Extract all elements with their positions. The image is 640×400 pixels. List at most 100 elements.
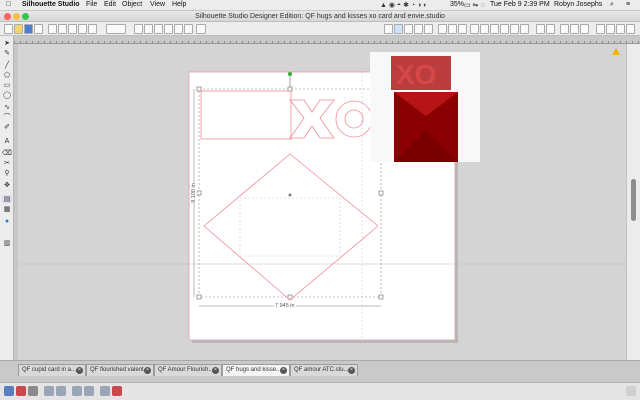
tab-amour-atc[interactable]: QF amour ATC.stu... ×	[290, 364, 358, 376]
library-panel-button[interactable]	[560, 24, 569, 34]
open-file-button[interactable]	[14, 24, 23, 34]
cut-settings-button[interactable]	[616, 24, 625, 34]
close-window-button[interactable]	[4, 13, 11, 20]
edit-points-icon[interactable]: ✎	[2, 49, 12, 57]
warning-icon[interactable]	[612, 48, 620, 55]
text-tool-icon[interactable]: A	[2, 137, 12, 145]
menu-edit[interactable]: Edit	[104, 1, 116, 8]
scrollbar-thumb[interactable]	[631, 179, 636, 221]
tab-flourished-valentine[interactable]: QF flourished valent... ×	[86, 364, 154, 376]
select-all-button[interactable]	[4, 386, 14, 396]
polygon-tool-icon[interactable]: ⬠	[2, 71, 12, 79]
tab-cupid-card[interactable]: QF cupid card in a... ×	[18, 364, 86, 376]
offset-button[interactable]	[520, 24, 529, 34]
search-icon[interactable]: ⌕	[610, 1, 614, 9]
view-options-button[interactable]	[196, 24, 206, 34]
transform-button[interactable]	[490, 24, 499, 34]
cut-button[interactable]	[48, 24, 57, 34]
status-icons: ▲ ◉ ◓ ✱ ◔ ◑ ◐	[380, 2, 428, 9]
preferences-button[interactable]	[626, 24, 635, 34]
store-panel-button[interactable]	[570, 24, 579, 34]
trace-button[interactable]	[536, 24, 545, 34]
tab-amour-flourish[interactable]: QF Amour Flourish... ×	[154, 364, 222, 376]
menu-view[interactable]: View	[150, 1, 165, 8]
save-button[interactable]	[24, 24, 33, 34]
pan-button[interactable]	[174, 24, 183, 34]
sketch-button[interactable]	[580, 24, 589, 34]
design-canvas[interactable]: XO 7.945 in 8.100 in	[18, 44, 626, 360]
vertical-scrollbar[interactable]	[626, 44, 640, 360]
zoom-in-button[interactable]	[144, 24, 153, 34]
tab-hugs-and-kisses[interactable]: QF hugs and kisse... ×	[222, 364, 290, 376]
user-name[interactable]: Robyn Josephs	[554, 1, 602, 8]
menu-object[interactable]: Object	[122, 1, 142, 8]
weld-button[interactable]	[100, 386, 110, 396]
undo-button[interactable]	[106, 24, 126, 34]
notification-icon[interactable]: ≡	[626, 1, 630, 8]
menu-help[interactable]: Help	[172, 1, 186, 8]
page-setup-button[interactable]	[394, 24, 403, 34]
settings-button[interactable]	[596, 24, 605, 34]
eraser-tool-icon[interactable]: ⌫	[2, 149, 12, 157]
battery-percent: 35%	[450, 1, 465, 8]
zoom-out-button[interactable]	[154, 24, 163, 34]
close-tab-icon[interactable]: ×	[76, 367, 83, 374]
paste-button[interactable]	[78, 24, 87, 34]
scale-button[interactable]	[480, 24, 489, 34]
duplicate-button[interactable]	[16, 386, 26, 396]
eyedropper-tool-icon[interactable]: ⚲	[2, 169, 12, 177]
design-store-button[interactable]	[414, 24, 423, 34]
layers-icon[interactable]: ▥	[2, 239, 12, 247]
line-style-button[interactable]	[458, 24, 467, 34]
fit-page-button[interactable]	[184, 24, 193, 34]
maximize-window-button[interactable]	[22, 13, 29, 20]
close-tab-icon[interactable]: ×	[212, 367, 219, 374]
rectangle-tool-icon[interactable]: ▭	[2, 81, 12, 89]
menu-file[interactable]: File	[86, 1, 97, 8]
grid-button[interactable]	[384, 24, 393, 34]
library-button[interactable]	[34, 24, 43, 34]
copy-button[interactable]	[68, 24, 77, 34]
line-tool-icon[interactable]: ╱	[2, 61, 12, 69]
canvas-drawing: XO	[18, 44, 626, 360]
page-settings-icon[interactable]: ▤	[2, 195, 12, 203]
make-compound-path-button[interactable]	[72, 386, 82, 396]
new-file-button[interactable]	[4, 24, 13, 34]
trace-area-button[interactable]	[112, 386, 122, 396]
arc-tool-icon[interactable]: ⌒	[2, 113, 12, 121]
ungroup-button[interactable]	[56, 386, 66, 396]
zoom-select-button[interactable]	[164, 24, 173, 34]
fill-color-button[interactable]	[438, 24, 447, 34]
window-titlebar: Silhouette Studio Designer Edition: QF h…	[0, 11, 640, 22]
point-editor-icon[interactable]: ▦	[2, 205, 12, 213]
close-tab-icon[interactable]: ×	[144, 367, 151, 374]
line-color-button[interactable]	[448, 24, 457, 34]
delete-button[interactable]	[28, 386, 38, 396]
pen-settings-button[interactable]	[606, 24, 615, 34]
store-globe-icon[interactable]: ●	[2, 217, 12, 225]
knife-tool-icon[interactable]: ✂	[2, 159, 12, 167]
release-compound-path-button[interactable]	[84, 386, 94, 396]
freehand-tool-icon[interactable]: ✐	[2, 123, 12, 131]
redo-button[interactable]	[134, 24, 143, 34]
close-tab-icon[interactable]: ×	[280, 367, 287, 374]
pan-tool-icon[interactable]: ✥	[2, 181, 12, 189]
minimize-window-button[interactable]	[13, 13, 20, 20]
modify-button[interactable]	[510, 24, 519, 34]
text-style-button[interactable]	[546, 24, 555, 34]
print-button[interactable]	[58, 24, 67, 34]
select-tool-icon[interactable]: ➤	[2, 39, 12, 47]
horizontal-ruler	[14, 36, 640, 44]
registration-button[interactable]	[404, 24, 413, 34]
apple-icon[interactable]: 	[6, 1, 11, 8]
curve-tool-icon[interactable]: ∿	[2, 103, 12, 111]
paste-in-front-button[interactable]	[88, 24, 97, 34]
width-dimension-label: 7.945 in	[274, 303, 296, 309]
align-button[interactable]	[470, 24, 479, 34]
group-button[interactable]	[44, 386, 54, 396]
menu-app-name[interactable]: Silhouette Studio	[22, 1, 80, 8]
send-to-silhouette-button[interactable]	[424, 24, 433, 34]
close-tab-icon[interactable]: ×	[348, 367, 355, 374]
ellipse-tool-icon[interactable]: ◯	[2, 91, 12, 99]
replicate-button[interactable]	[500, 24, 509, 34]
